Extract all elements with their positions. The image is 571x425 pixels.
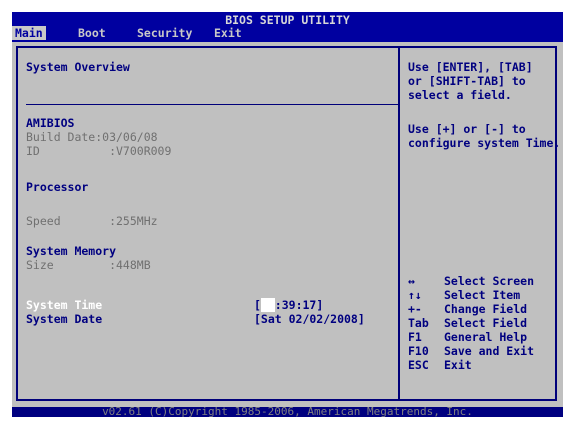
bios-name: AMIBIOS (26, 116, 75, 130)
processor-heading: Processor (26, 180, 89, 194)
key-select-field: Tab Select Field (408, 316, 527, 330)
help-line-3: select a field. (408, 88, 512, 102)
system-time-label[interactable]: System Time (26, 298, 102, 312)
key-select-item: ↑↓ Select Item (408, 288, 520, 302)
key-esc: ESC (408, 358, 429, 372)
system-date-value[interactable]: [Sat 02/02/2008] (254, 312, 365, 326)
help-line-4: Use [+] or [-] to (408, 122, 526, 136)
bios-id: ID :V700R009 (26, 144, 172, 158)
time-rest: :39:17] (274, 298, 324, 312)
key-select-screen: ↔ Select Screen (408, 274, 534, 288)
key-desc: Change Field (444, 302, 528, 316)
menu-tab-boot[interactable]: Boot (78, 26, 106, 40)
key-exit: ESC Exit (408, 358, 472, 372)
key-desc: General Help (444, 330, 528, 344)
memory-size: Size :448MB (26, 258, 151, 272)
key-general-help: F1 General Help (408, 330, 527, 344)
overview-separator (26, 104, 398, 105)
key-arrows-ud: ↑↓ (408, 288, 422, 302)
panel-divider (398, 48, 400, 399)
panel-frame: System Overview AMIBIOS Build Date:03/06… (16, 46, 561, 401)
bios-screen: BIOS SETUP UTILITY Main Boot Security Ex… (12, 12, 563, 418)
help-line-2: or [SHIFT-TAB] to (408, 74, 526, 88)
menu-tab-main[interactable]: Main (12, 26, 46, 40)
key-desc: Select Screen (444, 274, 535, 288)
menu-tab-security[interactable]: Security (137, 26, 192, 40)
help-line-1: Use [ENTER], [TAB] (408, 60, 533, 74)
footer-bar: v02.61 (C)Copyright 1985-2006, American … (12, 405, 563, 418)
main-panel: System Overview AMIBIOS Build Date:03/06… (12, 42, 563, 407)
key-desc: Select Item (444, 288, 521, 302)
title-bar: BIOS SETUP UTILITY Main Boot Security Ex… (12, 12, 563, 42)
copyright-text: v02.61 (C)Copyright 1985-2006, American … (102, 405, 473, 418)
key-change-field: +- Change Field (408, 302, 527, 316)
system-date-label[interactable]: System Date (26, 312, 102, 326)
key-desc: Select Field (444, 316, 528, 330)
help-line-5: configure system Time. (408, 136, 561, 150)
memory-heading: System Memory (26, 244, 117, 258)
bios-title: BIOS SETUP UTILITY (225, 13, 350, 27)
key-tab: Tab (408, 316, 429, 330)
key-arrows-lr: ↔ (408, 274, 415, 288)
processor-speed: Speed :255MHz (26, 214, 158, 228)
key-plus-minus: +- (408, 302, 422, 316)
key-desc: Save and Exit (444, 344, 535, 358)
key-f10: F10 (408, 344, 429, 358)
time-field-cursor[interactable]: 00 (260, 298, 275, 312)
build-date: Build Date:03/06/08 (26, 130, 158, 144)
key-f1: F1 (408, 330, 422, 344)
time-open-bracket: [ (254, 298, 261, 312)
key-desc: Exit (444, 358, 472, 372)
system-time-value[interactable]: [00:39:17] (254, 298, 323, 312)
system-overview-heading: System Overview (26, 60, 130, 74)
menu-tab-exit[interactable]: Exit (214, 26, 242, 40)
key-save-exit: F10 Save and Exit (408, 344, 534, 358)
